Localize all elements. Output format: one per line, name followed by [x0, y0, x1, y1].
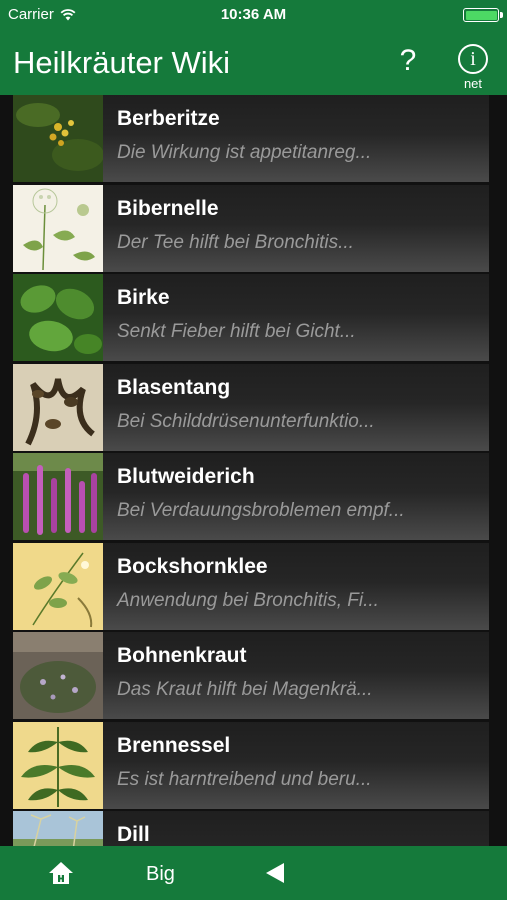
info-net-label: net: [463, 76, 483, 91]
tab-bar: Big: [0, 846, 507, 900]
plant-thumbnail: [13, 453, 103, 540]
status-bar: Carrier 10:36 AM: [0, 0, 507, 30]
big-text-button[interactable]: Big: [146, 863, 175, 886]
plant-name: Berberitze: [117, 107, 220, 130]
plant-description: Die Wirkung ist appetitanreg...: [117, 142, 372, 163]
list-item[interactable]: Birke Senkt Fieber hilft bei Gicht...: [13, 274, 489, 361]
home-button[interactable]: [48, 860, 74, 886]
plant-description: Senkt Fieber hilft bei Gicht...: [117, 321, 356, 342]
battery-icon: [463, 8, 503, 22]
list-item[interactable]: Bohnenkraut Das Kraut hilft bei Magenkrä…: [13, 632, 489, 719]
plant-description: Es ist harntreibend und beru...: [117, 768, 372, 790]
list-item[interactable]: Brennessel Es ist harntreibend und beru.…: [13, 721, 489, 809]
plant-description: Anwendung bei Bronchitis, Fi...: [117, 589, 379, 611]
home-icon: [49, 862, 73, 884]
list-item[interactable]: Bibernelle Der Tee hilft bei Bronchitis.…: [13, 184, 489, 272]
plant-name: Dill: [117, 823, 150, 846]
plant-description: Bei Schilddrüsenunterfunktio...: [117, 410, 375, 432]
plant-thumbnail: [13, 184, 103, 272]
back-icon: [266, 863, 284, 883]
nav-bar: Heilkräuter Wiki ? i net: [0, 30, 507, 95]
plant-thumbnail: [13, 95, 103, 182]
list-item[interactable]: Blutweiderich Bei Verdauungsbroblemen em…: [13, 453, 489, 540]
help-button[interactable]: ?: [396, 44, 420, 78]
plant-thumbnail: [13, 721, 103, 809]
list-item[interactable]: Dill: [13, 811, 489, 846]
list-item[interactable]: Blasentang Bei Schilddrüsenunterfunktio.…: [13, 363, 489, 451]
list-item[interactable]: Berberitze Die Wirkung ist appetitanreg.…: [13, 95, 489, 182]
plant-thumbnail: [13, 811, 103, 846]
info-icon: i: [458, 44, 488, 74]
plant-name: Bibernelle: [117, 196, 219, 220]
plant-description: Das Kraut hilft bei Magenkrä...: [117, 679, 373, 700]
plant-name: Brennessel: [117, 733, 231, 757]
plant-description: Bei Verdauungsbroblemen empf...: [117, 500, 405, 521]
plant-name: Blutweiderich: [117, 465, 255, 488]
plant-name: Bockshornklee: [117, 554, 268, 578]
list-item[interactable]: Bockshornklee Anwendung bei Bronchitis, …: [13, 542, 489, 630]
plant-thumbnail: [13, 363, 103, 451]
plant-description: Der Tee hilft bei Bronchitis...: [117, 231, 354, 253]
app-title: Heilkräuter Wiki: [13, 45, 231, 80]
plant-name: Blasentang: [117, 375, 231, 399]
plant-name: Birke: [117, 286, 170, 309]
plant-name: Bohnenkraut: [117, 644, 247, 667]
plant-list[interactable]: Berberitze Die Wirkung ist appetitanreg.…: [0, 95, 507, 846]
info-button[interactable]: i net: [456, 44, 490, 91]
plant-thumbnail: [13, 274, 103, 361]
plant-thumbnail: [13, 632, 103, 719]
plant-thumbnail: [13, 542, 103, 630]
back-button[interactable]: [264, 861, 286, 885]
clock: 10:36 AM: [220, 6, 287, 23]
